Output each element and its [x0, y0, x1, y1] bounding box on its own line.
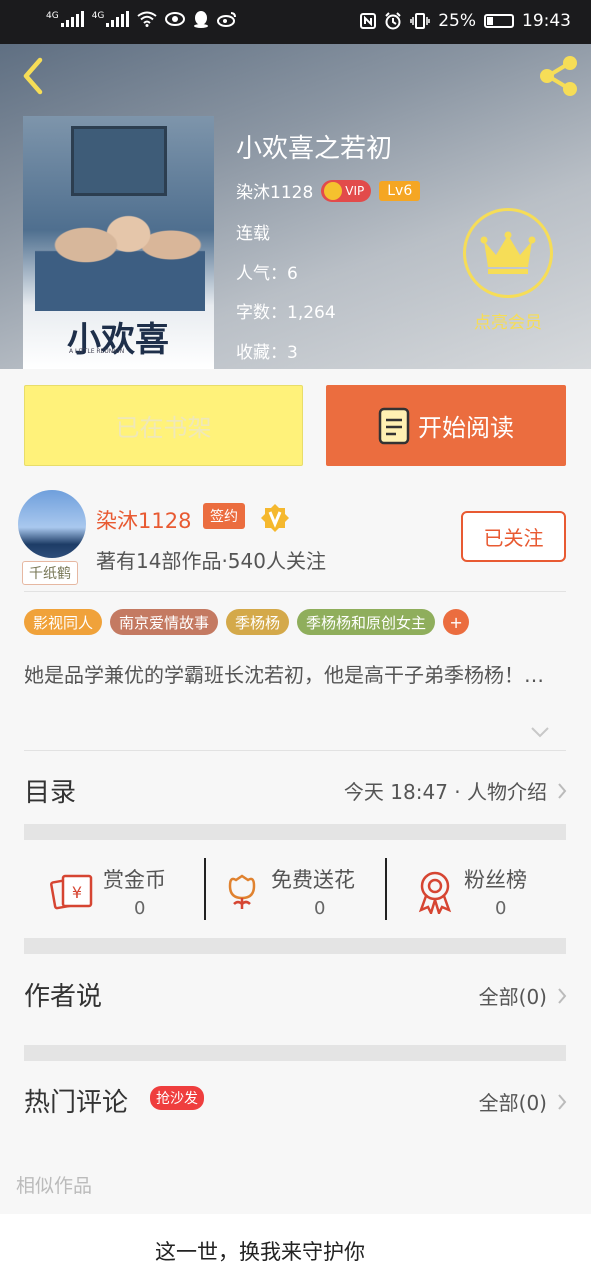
back-icon[interactable]	[16, 56, 52, 96]
tag-2[interactable]: 季杨杨	[226, 609, 290, 635]
similar-works-title: 相似作品	[16, 1175, 93, 1197]
follow-button[interactable]: 已关注	[461, 511, 566, 562]
weibo-icon	[217, 12, 237, 27]
chevron-down-icon[interactable]	[530, 725, 550, 739]
signal-icon: 4G	[46, 11, 84, 27]
cover-frame-art	[71, 126, 167, 196]
book-intro[interactable]: 她是品学兼优的学霸班长沈若初，他是高干子弟季杨杨！…	[24, 660, 566, 691]
start-reading-button[interactable]: 开始阅读	[326, 385, 566, 466]
wifi-icon	[137, 11, 158, 27]
divider	[24, 750, 566, 751]
chevron-right-icon	[558, 1093, 567, 1110]
eye-icon	[165, 12, 186, 26]
qq-icon	[194, 11, 209, 28]
stat-separator	[385, 858, 387, 920]
tag-1[interactable]: 南京爱情故事	[110, 609, 219, 635]
tag-3[interactable]: 季杨杨和原创女主	[297, 609, 436, 635]
book-cover[interactable]: 小欢喜 A LITTLE REUNION	[23, 116, 214, 369]
tag-list: 影视同人 南京爱情故事 季杨杨 季杨杨和原创女主 +	[24, 609, 470, 635]
header-author-row: 染沐1128 VIP Lv6	[236, 178, 421, 203]
hot-comments-all-link[interactable]: 全部(0)	[479, 1087, 567, 1116]
battery-percent: 25%	[438, 11, 476, 31]
vip-crown-icon	[324, 181, 343, 200]
popularity: 人气：6	[236, 264, 298, 284]
cover-people-art	[35, 201, 205, 311]
book-title: 小欢喜之若初	[236, 134, 393, 164]
chevron-right-icon	[558, 987, 567, 1004]
send-flower-button[interactable]: 免费送花 0	[222, 860, 372, 920]
flower-icon	[228, 874, 256, 909]
fan-ranking-button[interactable]: 粉丝榜 0	[415, 860, 545, 920]
status-bar: 4G 4G 25% 19:43	[0, 0, 591, 44]
header-author-name[interactable]: 染沐1128	[236, 178, 313, 203]
more-tags-button[interactable]: +	[443, 609, 470, 635]
share-icon[interactable]	[535, 52, 583, 100]
section-gap	[24, 938, 566, 954]
book-status: 连载	[236, 224, 270, 244]
cover-subtitle: A LITTLE REUNION	[69, 348, 125, 355]
crown-icon	[480, 231, 536, 274]
red-envelope-icon: ¥	[50, 874, 93, 910]
divider	[24, 591, 566, 592]
hot-comments-title[interactable]: 热门评论	[24, 1082, 128, 1119]
member-crown-button[interactable]	[463, 208, 553, 298]
author-says-title[interactable]: 作者说	[24, 976, 102, 1013]
book-icon	[378, 407, 410, 444]
clock: 19:43	[522, 11, 571, 31]
book-header: 小欢喜 A LITTLE REUNION 小欢喜之若初 染沐1128 VIP L…	[0, 44, 591, 369]
section-gap	[24, 1045, 566, 1061]
author-name[interactable]: 染沐1128	[96, 505, 191, 535]
section-gap	[24, 824, 566, 840]
catalog-latest[interactable]: 今天 18:47 · 人物介绍	[344, 776, 567, 805]
chevron-right-icon	[558, 782, 567, 799]
verified-icon	[261, 504, 289, 532]
similar-work-item[interactable]: 这一世，换我来守护你	[155, 1236, 365, 1266]
catalog-title[interactable]: 目录	[24, 772, 76, 809]
svg-text:¥: ¥	[72, 883, 82, 902]
level-badge: Lv6	[379, 180, 421, 201]
signal-icon-2: 4G	[92, 11, 130, 27]
avatar-tag: 千纸鹤	[22, 561, 78, 585]
author-avatar[interactable]	[18, 490, 86, 558]
member-label[interactable]: 点亮会员	[460, 308, 556, 333]
vip-badge: VIP	[321, 179, 372, 202]
medal-icon	[418, 871, 452, 914]
author-stats: 著有14部作品·540人关注	[96, 549, 326, 573]
battery-icon	[484, 14, 514, 28]
signed-badge: 签约	[203, 503, 245, 529]
word-count: 字数：1,264	[236, 303, 336, 323]
vibrate-icon	[410, 13, 430, 29]
alarm-icon	[385, 12, 401, 30]
favorite-count: 收藏：3	[236, 343, 298, 363]
nfc-icon	[360, 13, 377, 29]
first-comment-badge[interactable]: 抢沙发	[150, 1086, 204, 1110]
author-says-all-link[interactable]: 全部(0)	[479, 981, 567, 1010]
in-shelf-button[interactable]: 已在书架	[24, 385, 303, 466]
stat-separator	[204, 858, 206, 920]
tag-0[interactable]: 影视同人	[24, 609, 103, 635]
reward-coins-button[interactable]: ¥ 赏金币 0	[50, 860, 190, 920]
